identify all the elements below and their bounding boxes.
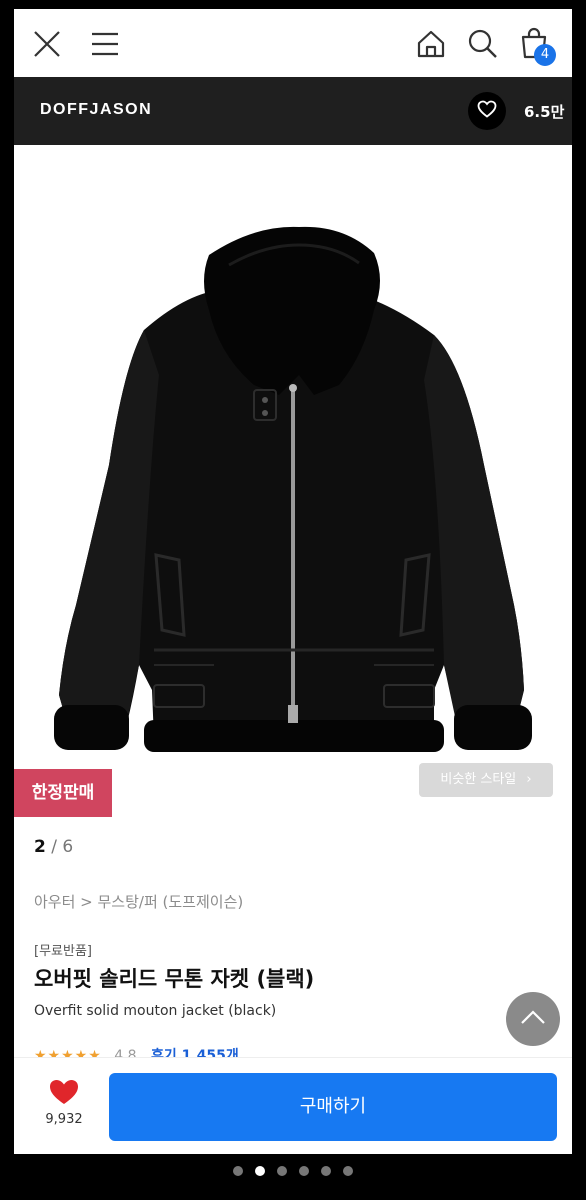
brand-name[interactable]: DOFFJASON [40, 101, 152, 119]
brand-bar[interactable]: DOFFJASON 6.5만 [14, 77, 572, 145]
image-current: 2 [34, 837, 46, 857]
product-title-korean: 오버핏 솔리드 무톤 자켓 (블랙) [34, 967, 315, 991]
heart-filled-icon [48, 1080, 80, 1110]
bottom-action-bar: 9,932 구매하기 [14, 1057, 572, 1154]
wishlist-button[interactable]: 9,932 [34, 1078, 94, 1127]
chevron-right-icon: › [526, 772, 532, 787]
page-dot[interactable] [343, 1166, 353, 1176]
page-dot[interactable] [321, 1166, 331, 1176]
jacket-image [54, 226, 532, 752]
page-dot[interactable] [233, 1166, 243, 1176]
top-nav-bar: 4 [14, 9, 572, 77]
chevron-up-icon [520, 1009, 546, 1029]
page-dot-active[interactable] [255, 1166, 265, 1176]
page-dot[interactable] [299, 1166, 309, 1176]
menu-icon[interactable] [90, 31, 120, 61]
image-separator: / [51, 837, 57, 857]
brand-like-count: 6.5만 [524, 103, 565, 121]
product-image[interactable] [14, 145, 572, 785]
page-indicator-dots [0, 1163, 586, 1179]
page-dot[interactable] [277, 1166, 287, 1176]
image-total: 6 [62, 837, 74, 857]
category-breadcrumb[interactable]: 아우터 > 무스탕/퍼 (도프제이슨) [34, 891, 243, 912]
close-icon[interactable] [32, 29, 62, 63]
cart-count-badge: 4 [534, 44, 556, 66]
app-screen: 4 DOFFJASON 6.5만 한정판매 비슷한 스타일 › 2 / 6 아우… [14, 9, 572, 1154]
similar-style-button[interactable]: 비슷한 스타일 › [419, 763, 553, 797]
limited-sale-badge: 한정판매 [14, 769, 112, 817]
buy-button[interactable]: 구매하기 [109, 1073, 557, 1141]
scroll-to-top-button[interactable] [506, 992, 560, 1046]
wishlist-count: 9,932 [45, 1112, 83, 1127]
similar-style-label: 비슷한 스타일 [440, 772, 517, 787]
product-title-english: Overfit solid mouton jacket (black) [34, 1003, 277, 1019]
brand-like-button[interactable] [468, 92, 506, 130]
home-icon[interactable] [416, 29, 446, 63]
free-return-tag: [무료반품] [34, 944, 92, 959]
image-pager-count: 2 / 6 [34, 837, 73, 857]
search-icon[interactable] [467, 28, 499, 64]
heart-outline-icon [477, 100, 497, 122]
